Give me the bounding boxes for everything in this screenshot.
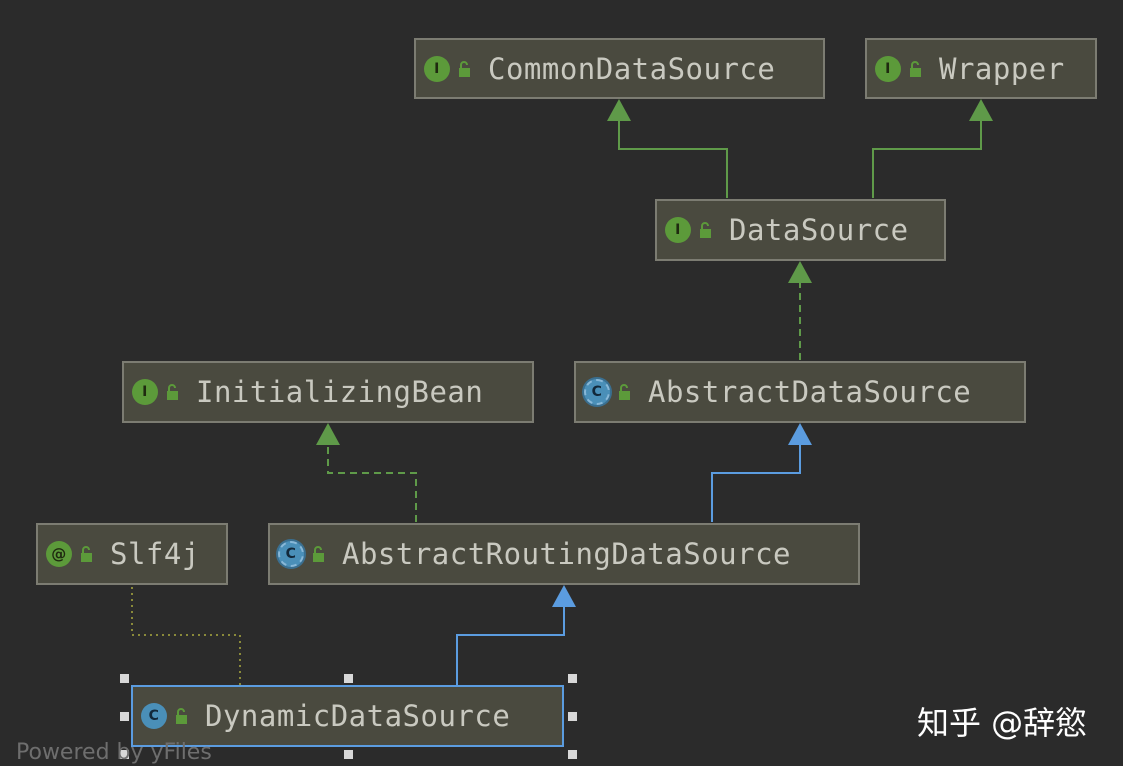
node-label: DynamicDataSource [205, 699, 511, 733]
interface-icon: I [424, 55, 450, 82]
arrowhead-abstractdatasource [788, 423, 812, 445]
selection-handle-bottom-middle[interactable] [344, 750, 353, 759]
node-common-data-source[interactable]: I CommonDataSource [414, 38, 825, 99]
node-data-source[interactable]: I DataSource [655, 199, 946, 261]
lock-open-icon [910, 60, 921, 77]
selection-handle-top-middle[interactable] [344, 674, 353, 683]
interface-icon: I [875, 55, 901, 82]
interface-icon: I [665, 217, 691, 243]
class-icon: C [141, 703, 167, 729]
node-dynamic-data-source[interactable]: C DynamicDataSource [131, 685, 564, 747]
edge-datasource-to-wrapper [872, 120, 982, 198]
edge-datasource-to-commondatasource [618, 120, 728, 198]
node-label: Wrapper [939, 51, 1065, 86]
lock-open-icon [700, 222, 711, 238]
arrowhead-abstractrouting [552, 585, 576, 607]
lock-open-icon [176, 708, 187, 724]
interface-icon: I [132, 379, 158, 405]
node-label: DataSource [729, 213, 909, 247]
node-label: InitializingBean [196, 375, 484, 409]
selection-handle-top-right[interactable] [568, 674, 577, 683]
node-abstract-data-source[interactable]: C AbstractDataSource [574, 361, 1026, 423]
node-abstract-routing-data-source[interactable]: C AbstractRoutingDataSource [268, 523, 860, 585]
node-label: Slf4j [110, 537, 200, 571]
selection-handle-top-left[interactable] [120, 674, 129, 683]
watermark: 知乎 @辞慾 [917, 704, 1088, 742]
abstract-class-icon: C [278, 541, 304, 567]
powered-by-text: Powered by yFiles [16, 740, 212, 765]
arrowhead-commondatasource [607, 99, 631, 121]
abstract-class-icon: C [584, 379, 610, 405]
node-wrapper[interactable]: I Wrapper [865, 38, 1097, 99]
lock-open-icon [619, 384, 630, 400]
lock-open-icon [459, 60, 470, 77]
node-label: CommonDataSource [488, 51, 776, 86]
lock-open-icon [81, 546, 92, 562]
node-slf4j[interactable]: @ Slf4j [36, 523, 228, 585]
arrowhead-initializingbean [316, 423, 340, 445]
arrowhead-wrapper [969, 99, 993, 121]
arrowhead-datasource [788, 261, 812, 283]
edge-abstractrouting-to-abstractdatasource [711, 445, 801, 522]
node-label: AbstractRoutingDataSource [342, 537, 791, 571]
annotation-icon: @ [46, 541, 72, 567]
edge-dynamic-to-abstractrouting [456, 607, 565, 685]
selection-handle-middle-right[interactable] [568, 712, 577, 721]
lock-open-icon [313, 546, 324, 562]
selection-handle-bottom-right[interactable] [568, 750, 577, 759]
edge-dynamic-to-slf4j [131, 585, 241, 685]
lock-open-icon [167, 384, 178, 400]
node-label: AbstractDataSource [648, 375, 972, 409]
node-initializing-bean[interactable]: I InitializingBean [122, 361, 534, 423]
edge-abstractrouting-to-initializingbean [327, 445, 417, 522]
selection-handle-middle-left[interactable] [120, 712, 129, 721]
